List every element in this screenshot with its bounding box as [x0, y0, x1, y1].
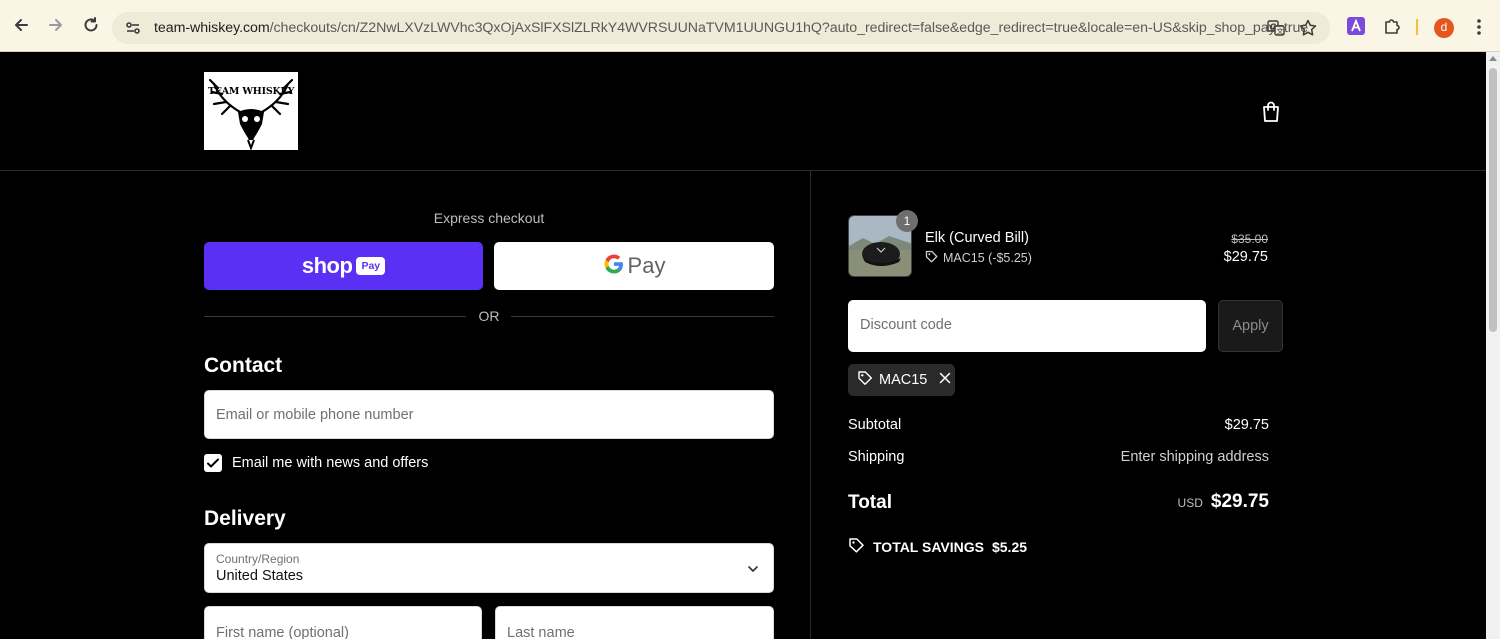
address-bar[interactable]: team-whiskey.com/checkouts/cn/Z2NwLXVzLW… [112, 12, 1330, 44]
newsletter-label[interactable]: Email me with news and offers [232, 455, 428, 471]
logo-wordmark: TEAM WHISKEY [207, 86, 295, 97]
item-discount: MAC15 (-$5.25) [925, 250, 1032, 266]
last-name-field[interactable]: Last name [495, 606, 774, 639]
page-scrollbar[interactable] [1486, 52, 1500, 639]
item-price: $29.75 [1223, 249, 1268, 265]
email-placeholder: Email or mobile phone number [216, 407, 414, 423]
last-name-placeholder: Last name [507, 625, 575, 639]
checkout-page: TEAM WHISKEY Express checkout shop Pay P… [0, 52, 1486, 639]
google-pay-wordmark: Pay [627, 253, 666, 278]
first-name-placeholder: First name (optional) [216, 625, 349, 639]
total-savings: TOTAL SAVINGS $5.25 [848, 537, 1027, 557]
store-logo[interactable]: TEAM WHISKEY [204, 72, 298, 150]
express-checkout-label: Express checkout [433, 210, 545, 226]
shop-pay-button[interactable]: shop Pay [204, 242, 483, 290]
apply-button[interactable]: Apply [1218, 300, 1283, 352]
svg-text:文: 文 [1277, 27, 1284, 36]
item-original-price: $35.00 [1231, 232, 1268, 246]
chevron-down-icon [747, 562, 759, 574]
delivery-heading: Delivery [204, 507, 286, 530]
country-value: United States [216, 568, 304, 584]
extensions-puzzle-icon[interactable] [1382, 16, 1402, 36]
item-name: Elk (Curved Bill) [925, 230, 1029, 246]
subtotal-label: Subtotal [848, 417, 902, 433]
tag-icon [857, 370, 873, 390]
reload-icon[interactable] [78, 12, 104, 38]
email-field[interactable]: Email or mobile phone number [204, 390, 774, 439]
savings-label: TOTAL SAVINGS [873, 539, 984, 555]
url-text[interactable]: team-whiskey.com/checkouts/cn/Z2NwLXVzLW… [154, 20, 1308, 36]
google-g-icon [603, 253, 625, 280]
browser-toolbar: team-whiskey.com/checkouts/cn/Z2NwLXVzLW… [0, 0, 1500, 52]
remove-code-icon[interactable] [939, 372, 951, 388]
column-divider [810, 171, 811, 639]
or-separator: OR [204, 306, 774, 326]
total-amount: $29.75 [1210, 491, 1269, 512]
discount-code-input[interactable]: Discount code [848, 300, 1206, 352]
scroll-up-arrow[interactable] [1489, 56, 1497, 61]
quantity-badge: 1 [896, 210, 918, 232]
country-label: Country/Region [216, 552, 300, 566]
tag-icon [848, 537, 865, 557]
shipping-value: Enter shipping address [1120, 449, 1269, 465]
site-settings-icon[interactable] [124, 19, 142, 37]
total-currency: USD [1177, 496, 1203, 510]
country-select[interactable]: Country/Region United States [204, 543, 774, 593]
first-name-field[interactable]: First name (optional) [204, 606, 482, 639]
shop-pay-badge: Pay [356, 257, 386, 275]
extension-a-icon[interactable] [1346, 16, 1366, 36]
forward-icon[interactable] [43, 12, 69, 38]
scrollbar-thumb[interactable] [1489, 68, 1497, 332]
google-pay-button[interactable]: Pay [494, 242, 774, 290]
newsletter-checkbox[interactable] [204, 454, 222, 472]
back-icon[interactable] [8, 12, 34, 38]
discount-placeholder: Discount code [860, 317, 952, 333]
star-icon[interactable] [1298, 18, 1318, 38]
contact-heading: Contact [204, 354, 283, 377]
applied-code-text: MAC15 [879, 372, 928, 388]
menu-kebab-icon[interactable] [1472, 16, 1486, 38]
or-text: OR [478, 308, 500, 324]
translate-icon[interactable]: G文 [1266, 18, 1286, 38]
shop-pay-wordmark: shop [301, 253, 353, 278]
total-label: Total [848, 492, 892, 513]
cart-bag-icon[interactable] [1260, 100, 1282, 124]
applied-code-chip: MAC15 [848, 364, 955, 396]
header-divider [0, 170, 1486, 171]
profile-avatar[interactable]: d [1434, 18, 1454, 38]
total-value: USD $29.75 [1178, 491, 1269, 513]
item-discount-text: MAC15 (-$5.25) [943, 251, 1032, 265]
toolbar-separator [1416, 19, 1418, 35]
tag-icon [925, 250, 938, 266]
savings-value: $5.25 [991, 539, 1028, 555]
subtotal-value: $29.75 [1224, 417, 1269, 433]
shipping-label: Shipping [848, 449, 905, 465]
